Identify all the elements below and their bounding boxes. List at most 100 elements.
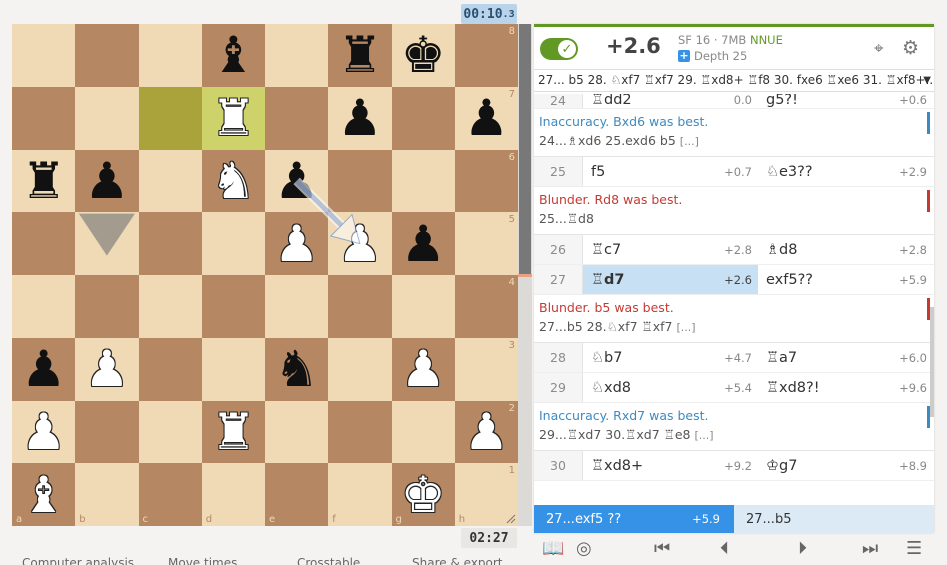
menu-icon[interactable]: ☰ xyxy=(906,538,922,559)
practice-icon[interactable]: ◎ xyxy=(576,538,592,559)
crosshair-icon[interactable]: ⌖ xyxy=(874,39,884,59)
expand-line[interactable]: [...] xyxy=(680,135,699,148)
move-list-scrollbar[interactable] xyxy=(930,307,934,417)
square-f8[interactable]: ♜ xyxy=(328,24,392,87)
fork-option-selected[interactable]: 27...exf5 ?? +5.9 xyxy=(534,505,734,533)
tab-crosstable[interactable]: Crosstable xyxy=(297,556,360,565)
black-piece-f8[interactable]: ♜ xyxy=(328,24,391,87)
white-piece-b3[interactable]: ♟ xyxy=(75,338,138,401)
suggested-moves[interactable]: 24...♗xd6 25.exd6 b5 xyxy=(539,133,676,148)
square-a7[interactable] xyxy=(12,86,76,150)
square-d7[interactable]: ♜ xyxy=(201,86,265,150)
expand-line[interactable]: [...] xyxy=(694,429,713,442)
square-c7[interactable] xyxy=(138,86,202,150)
white-move[interactable]: ♖dd2 0.0 xyxy=(583,94,758,108)
white-move[interactable]: ♘xd8 +5.4 xyxy=(583,373,758,402)
black-move[interactable]: ♗d8 +2.8 xyxy=(758,235,933,264)
engine-toggle[interactable]: ✓ xyxy=(540,38,578,60)
white-move[interactable]: ♖d7 +2.6 xyxy=(583,265,758,294)
suggested-moves[interactable]: 29...♖xd7 30.♖xd7 ♖e8 xyxy=(539,427,690,442)
square-c4[interactable] xyxy=(138,275,202,338)
square-d8[interactable]: ♝ xyxy=(201,24,265,87)
prev-move-icon[interactable]: ⏴ xyxy=(720,538,729,559)
square-e1[interactable]: e xyxy=(265,463,329,526)
square-f1[interactable]: f xyxy=(328,463,392,526)
black-move[interactable]: ♔g7 +8.9 xyxy=(758,451,933,480)
tab-computer-analysis[interactable]: Computer analysis xyxy=(22,556,134,565)
square-c8[interactable] xyxy=(138,24,202,87)
square-b5[interactable] xyxy=(75,212,139,275)
square-h2[interactable]: 2 ♟ xyxy=(454,400,518,464)
square-b8[interactable] xyxy=(75,24,139,87)
square-f3[interactable] xyxy=(328,337,392,401)
square-g8[interactable]: ♚ xyxy=(391,24,455,87)
board-resize-icon[interactable] xyxy=(505,513,516,524)
square-c3[interactable] xyxy=(138,337,202,401)
square-a3[interactable]: ♟ xyxy=(12,337,76,401)
square-d1[interactable]: d xyxy=(201,463,265,526)
square-b2[interactable] xyxy=(75,400,139,464)
expand-line[interactable]: [...] xyxy=(676,321,695,334)
suggested-line[interactable]: 27...b5 28.♘xf7 ♖xf7 [...] xyxy=(539,317,930,337)
square-e3[interactable]: ♞ xyxy=(265,337,329,401)
white-piece-a2[interactable]: ♟ xyxy=(12,401,75,464)
square-e6[interactable]: ♟ xyxy=(265,149,329,213)
square-d5[interactable] xyxy=(201,212,265,275)
suggested-moves[interactable]: 25...♖d8 xyxy=(539,211,594,226)
black-piece-h7[interactable]: ♟ xyxy=(455,87,518,150)
board-move-scrollbar[interactable] xyxy=(518,24,532,526)
black-piece-e3[interactable]: ♞ xyxy=(265,338,328,401)
square-a6[interactable]: ♜ xyxy=(12,149,76,213)
first-move-icon[interactable]: ⏮ xyxy=(654,538,670,559)
square-g5[interactable]: ♟ xyxy=(391,212,455,275)
square-f7[interactable]: ♟ xyxy=(328,86,392,150)
square-e8[interactable] xyxy=(265,24,329,87)
square-h3[interactable]: 3 xyxy=(454,337,518,401)
square-h4[interactable]: 4 xyxy=(454,275,518,338)
square-b1[interactable]: b xyxy=(75,463,139,526)
square-h8[interactable]: 8 xyxy=(454,24,518,87)
black-piece-b6[interactable]: ♟ xyxy=(75,150,138,213)
white-move[interactable]: ♘b7 +4.7 xyxy=(583,343,758,372)
white-move[interactable]: f5 +0.7 xyxy=(583,157,758,186)
black-move[interactable]: exf5?? +5.9 xyxy=(758,265,933,294)
square-b6[interactable]: ♟ xyxy=(75,149,139,213)
suggested-line[interactable]: 29...♖xd7 30.♖xd7 ♖e8 [...] xyxy=(539,425,930,445)
square-a4[interactable] xyxy=(12,275,76,338)
square-a2[interactable]: ♟ xyxy=(12,400,76,464)
square-h6[interactable]: 6 xyxy=(454,149,518,213)
square-d2[interactable]: ♜ xyxy=(201,400,265,464)
white-piece-e5[interactable]: ♟ xyxy=(265,212,328,275)
square-d3[interactable] xyxy=(201,337,265,401)
white-piece-d6[interactable]: ♞ xyxy=(202,150,265,213)
scrollbar-thumb[interactable] xyxy=(519,24,531,274)
chess-board[interactable]: ♝ ♜ ♚ 8 ♜ ♟ 7 ♟ ♜ ♟ ♞ ♟ 6 ♟ ♟ ♟ 5 4 ♟ ♟ ♞ ♟ 3 ♟ ♜ 2 ♟ a ♝ b c d e f g ♚ 1 h xyxy=(12,24,518,526)
square-c1[interactable]: c xyxy=(138,463,202,526)
black-move[interactable]: ♘e3?? +2.9 xyxy=(758,157,933,186)
square-b3[interactable]: ♟ xyxy=(75,337,139,401)
pv-text[interactable]: 27... b5 28. ♘xf7 ♖xf7 29. ♖xd8+ ♖f8 30.… xyxy=(538,73,934,87)
gear-icon[interactable]: ⚙ xyxy=(902,37,919,59)
black-piece-d8[interactable]: ♝ xyxy=(202,24,265,87)
black-piece-a6[interactable]: ♜ xyxy=(12,150,75,213)
suggested-line[interactable]: 24...♗xd6 25.exd6 b5 [...] xyxy=(539,131,930,151)
white-move[interactable]: ♖xd8+ +9.2 xyxy=(583,451,758,480)
square-c2[interactable] xyxy=(138,400,202,464)
square-c6[interactable] xyxy=(138,149,202,213)
white-piece-d7[interactable]: ♜ xyxy=(202,87,265,150)
white-piece-a1[interactable]: ♝ xyxy=(12,463,75,526)
plus-icon[interactable]: + xyxy=(678,50,690,62)
square-h7[interactable]: 7 ♟ xyxy=(454,86,518,150)
square-g3[interactable]: ♟ xyxy=(391,337,455,401)
square-f2[interactable] xyxy=(328,400,392,464)
book-icon[interactable]: 📖 xyxy=(542,538,564,559)
black-piece-e6[interactable]: ♟ xyxy=(265,150,328,213)
black-move[interactable]: ♖xd8?! +9.6 xyxy=(758,373,933,402)
white-piece-f5[interactable]: ♟ xyxy=(328,212,391,275)
white-move[interactable]: ♖c7 +2.8 xyxy=(583,235,758,264)
move-list[interactable]: 24 ♖dd2 0.0 g5?! +0.6 Inaccuracy. Bxd6 was be… xyxy=(534,94,934,504)
square-h5[interactable]: 5 xyxy=(454,212,518,275)
square-e4[interactable] xyxy=(265,275,329,338)
black-piece-a3[interactable]: ♟ xyxy=(12,338,75,401)
square-b7[interactable] xyxy=(75,86,139,150)
